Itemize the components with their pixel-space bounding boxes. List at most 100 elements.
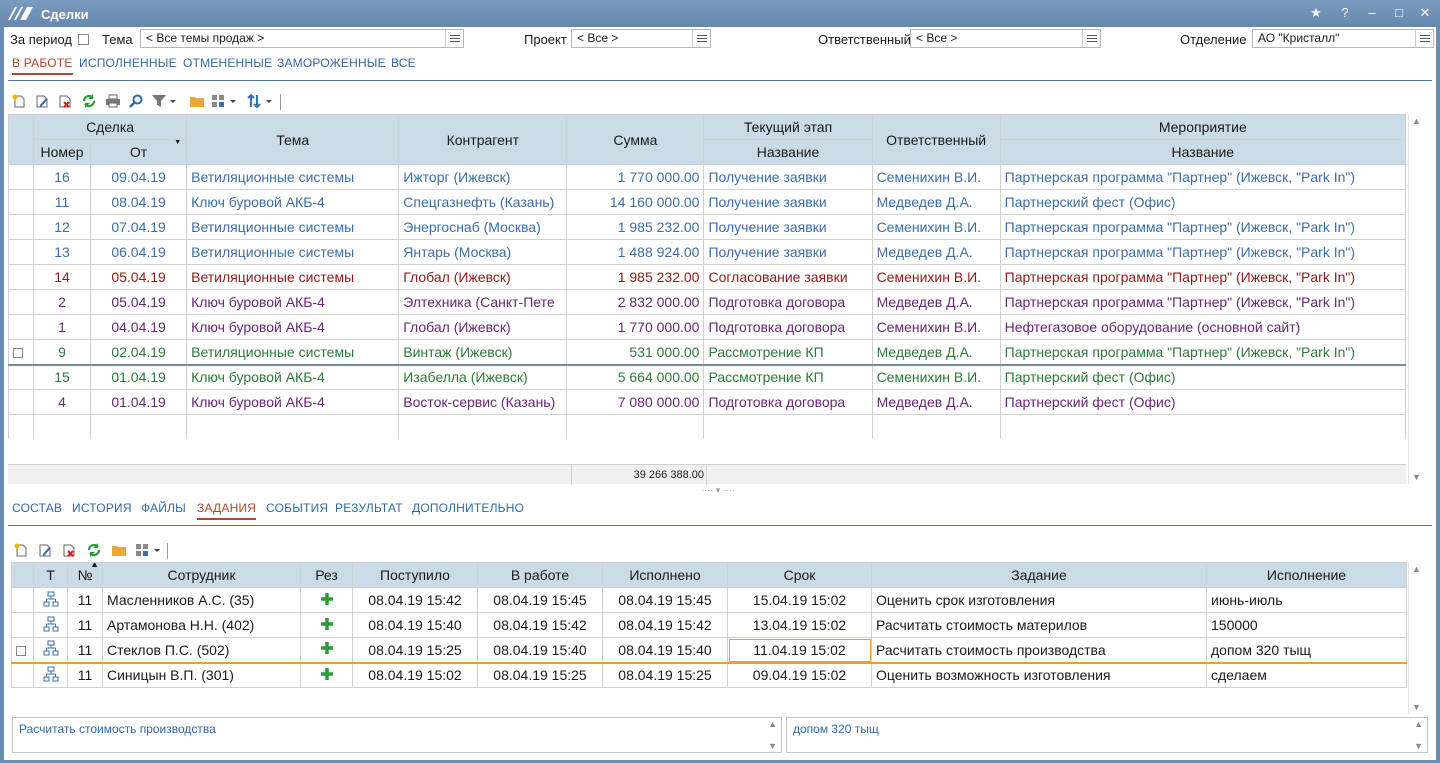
deal-row[interactable]: 15 01.04.19 Ключ буровой АКБ-4 Изабелла (Иж… <box>7 364 1407 390</box>
deal-row[interactable]: 1 04.04.19 Ключ буровой АКБ-4 Глобал (Ижевс… <box>7 314 1407 340</box>
task-row[interactable]: 11 Масленников А.С. (35) 08.04.19 15:42 08.… <box>11 587 1407 613</box>
minimize-button[interactable]: – <box>1361 3 1383 23</box>
from-column-header[interactable]: От ▼ <box>90 139 188 165</box>
task-text-memo[interactable]: Расчитать стоимость производства ▲ ▼ <box>12 717 782 753</box>
task-row[interactable]: 11 Артамонова Н.Н. (402) 08.04.19 15:40 08.… <box>11 612 1407 638</box>
theme-column-header[interactable]: Тема <box>186 114 400 165</box>
task-row-marker[interactable] <box>11 637 34 663</box>
deal-row[interactable]: 2 05.04.19 Ключ буровой АКБ-4 Элтехника (Са… <box>7 289 1407 315</box>
scroll-down-icon[interactable]: ▼ <box>1412 472 1421 482</box>
list-menu-icon[interactable] <box>1415 30 1433 47</box>
splitter-handle[interactable]: ···· ▾ ···· <box>688 485 748 495</box>
favorite-star-icon[interactable]: ★ <box>1305 3 1327 23</box>
theme-select[interactable]: < Все темы продаж > <box>140 29 464 48</box>
deal-row[interactable]: 16 09.04.19 Ветиляционные системы Ижторг (И… <box>7 164 1407 190</box>
execution-column-header[interactable]: Исполнение <box>1206 562 1407 588</box>
row-marker[interactable] <box>7 164 35 190</box>
tab-composition[interactable]: СОСТАВ <box>12 501 62 515</box>
number-column-header[interactable]: Номер <box>33 139 92 165</box>
task-row-marker[interactable] <box>11 662 34 688</box>
deadline-column-header[interactable]: Срок <box>727 562 872 588</box>
tab-frozen[interactable]: ЗАМОРОЖЕННЫЕ <box>277 56 386 70</box>
row-checkbox[interactable] <box>13 348 23 359</box>
sort-icon[interactable] <box>246 92 274 110</box>
in-work-column-header[interactable]: В работе <box>477 562 603 588</box>
tab-tasks[interactable]: ЗАДАНИЯ <box>197 501 257 520</box>
task-row[interactable]: 11 Стеклов П.С. (502) 08.04.19 15:25 08.04.… <box>11 637 1407 663</box>
folder-icon[interactable] <box>188 92 206 110</box>
type-column-header[interactable]: Т <box>33 562 68 588</box>
tab-history[interactable]: ИСТОРИЯ <box>72 501 132 515</box>
scroll-up-icon[interactable]: ▲ <box>1412 116 1421 126</box>
task-row[interactable]: 11 Синицын В.П. (301) 08.04.19 15:02 08.04.… <box>11 662 1407 688</box>
task-row-marker[interactable] <box>11 612 34 638</box>
employee-column-header[interactable]: Сотрудник <box>102 562 301 588</box>
tab-completed[interactable]: ИСПОЛНЕННЫЕ <box>79 56 177 70</box>
department-select[interactable]: АО "Кристалл" <box>1252 29 1434 48</box>
event-name-column-header[interactable]: Название <box>999 139 1407 165</box>
edit-task-icon[interactable] <box>36 541 54 559</box>
tab-files[interactable]: ФАЙЛЫ <box>141 501 186 515</box>
maximize-button[interactable]: □ <box>1388 3 1410 23</box>
scroll-up-icon[interactable]: ▲ <box>1414 719 1423 729</box>
delete-document-icon[interactable] <box>56 92 74 110</box>
scroll-up-icon[interactable]: ▲ <box>768 719 777 729</box>
refresh-icon[interactable] <box>80 92 98 110</box>
new-task-icon[interactable] <box>12 541 30 559</box>
print-icon[interactable] <box>104 92 122 110</box>
execution-text-memo[interactable]: допом 320 тыщ ▲ ▼ <box>786 717 1428 753</box>
list-menu-icon[interactable] <box>445 30 463 47</box>
row-marker[interactable] <box>7 214 35 240</box>
task-row-checkbox[interactable] <box>16 646 26 657</box>
row-marker[interactable] <box>7 239 35 265</box>
tasks-folder-icon[interactable] <box>110 541 128 559</box>
task-row-marker[interactable] <box>11 587 34 613</box>
stage-name-column-header[interactable]: Название <box>703 139 873 165</box>
scroll-down-icon[interactable]: ▼ <box>768 741 777 751</box>
deal-row[interactable]: 11 08.04.19 Ключ буровой АКБ-4 Спецгазнефть… <box>7 189 1407 215</box>
new-document-icon[interactable] <box>10 92 28 110</box>
scroll-down-icon[interactable]: ▼ <box>1412 702 1421 712</box>
row-marker[interactable] <box>7 189 35 215</box>
res-column-header[interactable]: Рез <box>300 562 353 588</box>
search-icon[interactable] <box>127 92 145 110</box>
task-column-header[interactable]: Задание <box>871 562 1207 588</box>
deal-row[interactable]: 14 05.04.19 Ветиляционные системы Глобал (И… <box>7 264 1407 290</box>
deal-row[interactable]: 12 07.04.19 Ветиляционные системы Энергосна… <box>7 214 1407 240</box>
received-column-header[interactable]: Поступило <box>352 562 478 588</box>
tab-all[interactable]: ВСЕ <box>391 56 416 70</box>
responsible-column-header[interactable]: Ответственный <box>871 114 1001 165</box>
edit-document-icon[interactable] <box>33 92 51 110</box>
list-menu-icon[interactable] <box>692 30 710 47</box>
row-marker[interactable] <box>7 314 35 340</box>
period-checkbox[interactable] <box>78 34 89 45</box>
refresh-tasks-icon[interactable] <box>85 541 103 559</box>
row-marker[interactable] <box>7 289 35 315</box>
tasks-view-layout-icon[interactable] <box>134 541 162 559</box>
deals-scrollbar[interactable]: ▲ ▼ <box>1408 114 1424 484</box>
filter-icon[interactable] <box>150 92 178 110</box>
delete-task-icon[interactable] <box>60 541 78 559</box>
list-menu-icon[interactable] <box>1082 30 1100 47</box>
close-button[interactable]: ✕ <box>1414 3 1436 23</box>
view-layout-icon[interactable] <box>210 92 238 110</box>
tab-cancelled[interactable]: ОТМЕНЕННЫЕ <box>183 56 272 70</box>
deal-row[interactable]: 4 01.04.19 Ключ буровой АКБ-4 Восток-сервис… <box>7 389 1407 415</box>
tab-result[interactable]: РЕЗУЛЬТАТ <box>335 501 403 515</box>
project-select[interactable]: < Все > <box>571 29 711 48</box>
tab-events[interactable]: СОБЫТИЯ <box>266 501 328 515</box>
counterparty-column-header[interactable]: Контрагент <box>398 114 568 165</box>
row-marker[interactable] <box>7 339 35 365</box>
tab-in-work[interactable]: В РАБОТЕ <box>12 56 73 75</box>
tasks-scrollbar[interactable]: ▲ ▼ <box>1408 562 1424 714</box>
tab-additional[interactable]: ДОПОЛНИТЕЛЬНО <box>412 501 524 515</box>
help-button[interactable]: ? <box>1334 3 1356 23</box>
sum-column-header[interactable]: Сумма <box>566 114 705 165</box>
done-column-header[interactable]: Исполнено <box>602 562 728 588</box>
row-marker[interactable] <box>7 264 35 290</box>
scroll-down-icon[interactable]: ▼ <box>1414 741 1423 751</box>
deal-row[interactable]: 9 02.04.19 Ветиляционные системы Винтаж (Иж… <box>7 339 1407 365</box>
row-marker[interactable] <box>7 364 35 390</box>
deal-row[interactable]: 13 06.04.19 Ветиляционные системы Янтарь (М… <box>7 239 1407 265</box>
no-column-header[interactable]: № ▲ <box>67 562 103 588</box>
